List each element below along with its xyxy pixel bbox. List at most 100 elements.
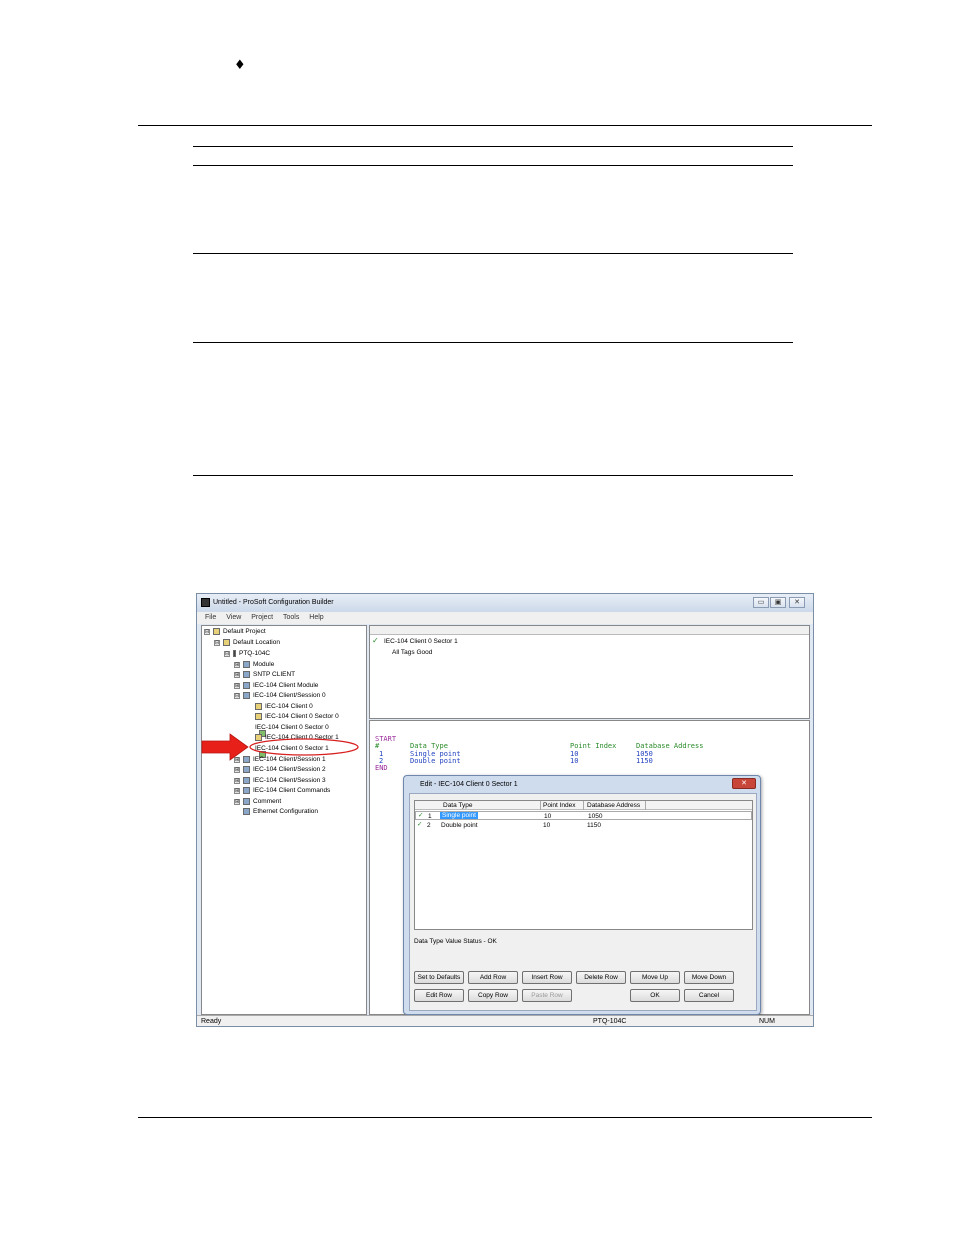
collapse-icon[interactable]: ⊟ (204, 628, 210, 635)
data-grid: Data Type Point Index Database Address ✓… (414, 800, 753, 930)
table-row[interactable]: ✓ 2 Double point 10 1150 (415, 821, 752, 830)
edit-row-button[interactable]: Edit Row (414, 989, 464, 1002)
code-header-db: Database Address (636, 742, 704, 750)
edit-dialog: Edit - IEC-104 Client 0 Sector 1 ✕ Data … (403, 775, 761, 1015)
tree-item-module[interactable]: ⊞ Module (234, 661, 274, 668)
network-icon (243, 798, 250, 805)
document-icon (255, 734, 262, 741)
tree-label: IEC-104 Client 0 Sector 0 (265, 713, 339, 721)
tree-item-sector-1-grid[interactable]: IEC-104 Client 0 Sector 1 (255, 745, 329, 758)
menu-tools[interactable]: Tools (283, 612, 299, 624)
footer-rule (138, 1117, 872, 1118)
document-icon (255, 703, 262, 710)
window-titlebar: Untitled - ProSoft Configuration Builder… (197, 594, 813, 612)
project-tree: ⊟ Default Project ⊟ Default Location ⊟ PTQ-… (201, 625, 367, 1015)
tree-item-session-2[interactable]: ⊞ IEC-104 Client/Session 2 (234, 766, 326, 773)
code-header-type: Data Type (410, 742, 448, 750)
menu-help[interactable]: Help (309, 612, 323, 624)
network-icon (243, 766, 250, 773)
status-num: NUM (759, 1018, 775, 1025)
table-rule-1 (193, 146, 793, 147)
menu-project[interactable]: Project (251, 612, 273, 624)
document-icon (255, 713, 262, 720)
row-type[interactable]: Single point (440, 812, 478, 819)
tree-label: Default Location (233, 639, 280, 647)
table-rule-3 (193, 253, 793, 254)
cancel-button[interactable]: Cancel (684, 989, 734, 1002)
tree-item-client-0[interactable]: IEC-104 Client 0 (255, 703, 313, 710)
tree-label: PTQ-104C (239, 650, 271, 658)
code-row-db: 1150 (636, 757, 653, 765)
collapse-icon[interactable]: ⊟ (224, 650, 230, 657)
row-point[interactable]: 10 (544, 813, 551, 820)
tree-item-session-0[interactable]: ⊟ IEC-104 Client/Session 0 (234, 692, 326, 699)
expand-icon[interactable]: ⊞ (234, 798, 240, 805)
row-db[interactable]: 1050 (588, 813, 602, 820)
tree-item-session-1[interactable]: ⊞ IEC-104 Client/Session 1 (234, 756, 326, 763)
move-down-button[interactable]: Move Down (684, 971, 734, 984)
ok-button[interactable]: OK (630, 989, 680, 1002)
tree-item-sntp-client[interactable]: ⊞ SNTP CLIENT (234, 671, 295, 678)
status-ready: Ready (201, 1018, 222, 1025)
tree-label: Module (253, 661, 275, 669)
copy-row-button[interactable]: Copy Row (468, 989, 518, 1002)
table-row[interactable]: ✓ 1 Single point 10 1050 (415, 811, 752, 820)
row-type[interactable]: Double point (441, 822, 478, 829)
row-num: 2 (427, 822, 431, 829)
code-end: END (375, 764, 388, 772)
row-point[interactable]: 10 (543, 822, 550, 829)
menu-bar: File View Project Tools Help (197, 612, 813, 624)
set-to-defaults-button[interactable]: Set to Defaults (414, 971, 464, 984)
row-num: 1 (428, 813, 432, 820)
network-icon (243, 671, 250, 678)
menu-file[interactable]: File (205, 612, 216, 624)
expand-icon[interactable]: ⊞ (234, 671, 240, 678)
tree-item-comment[interactable]: ⊞ Comment (234, 798, 281, 805)
expand-icon[interactable]: ⊞ (234, 661, 240, 668)
tree-label: Default Project (223, 628, 266, 636)
move-up-button[interactable]: Move Up (630, 971, 680, 984)
close-button[interactable]: ✕ (789, 597, 805, 608)
check-icon: ✓ (417, 821, 423, 828)
folder-icon (213, 628, 220, 635)
tree-label: IEC-104 Client Module (253, 682, 319, 690)
col-data-type[interactable]: Data Type (443, 802, 473, 809)
tree-item-sector-1[interactable]: IEC-104 Client 0 Sector 1 (255, 734, 339, 741)
expand-icon[interactable]: ⊞ (234, 682, 240, 689)
paste-row-button[interactable]: Paste Row (522, 989, 572, 1002)
expand-icon[interactable]: ⊞ (234, 756, 240, 763)
collapse-icon[interactable]: ⊟ (234, 692, 240, 699)
tree-item-sector-0[interactable]: IEC-104 Client 0 Sector 0 (255, 713, 339, 720)
collapse-icon[interactable]: ⊟ (214, 639, 220, 646)
expand-icon[interactable]: ⊞ (234, 777, 240, 784)
status-device: PTQ-104C (593, 1018, 627, 1025)
maximize-button[interactable]: ▣ (770, 597, 786, 608)
expand-icon[interactable]: ⊞ (234, 766, 240, 773)
insert-row-button[interactable]: Insert Row (522, 971, 572, 984)
menu-view[interactable]: View (226, 612, 241, 624)
tree-item-ptq-104c[interactable]: ⊟ PTQ-104C (224, 650, 270, 657)
minimize-button[interactable]: ▭ (753, 597, 769, 608)
expand-icon[interactable]: ⊞ (234, 787, 240, 794)
network-icon (243, 808, 250, 815)
tree-item-default-location[interactable]: ⊟ Default Location (214, 639, 280, 646)
tree-item-client-commands[interactable]: ⊞ IEC-104 Client Commands (234, 787, 330, 794)
header-rule (138, 125, 872, 126)
tree-item-default-project[interactable]: ⊟ Default Project (204, 628, 266, 635)
config-builder-window: Untitled - ProSoft Configuration Builder… (196, 593, 814, 1027)
tree-item-session-3[interactable]: ⊞ IEC-104 Client/Session 3 (234, 777, 326, 784)
tree-item-ethernet-config[interactable]: Ethernet Configuration (243, 808, 318, 815)
delete-row-button[interactable]: Delete Row (576, 971, 626, 984)
code-header-point: Point Index (570, 742, 617, 750)
tree-item-sector-0-grid[interactable]: IEC-104 Client 0 Sector 0 (255, 724, 329, 737)
info-title: IEC-104 Client 0 Sector 1 (384, 638, 458, 645)
network-icon (243, 682, 250, 689)
col-point-index[interactable]: Point Index (543, 802, 576, 809)
row-db[interactable]: 1150 (587, 822, 601, 829)
add-row-button[interactable]: Add Row (468, 971, 518, 984)
check-icon: ✓ (418, 812, 424, 819)
tree-item-client-module[interactable]: ⊞ IEC-104 Client Module (234, 682, 318, 689)
col-database-address[interactable]: Database Address (587, 802, 640, 809)
dialog-close-button[interactable]: ✕ (732, 778, 756, 789)
value-status-text: Data Type Value Status - OK (414, 938, 497, 945)
